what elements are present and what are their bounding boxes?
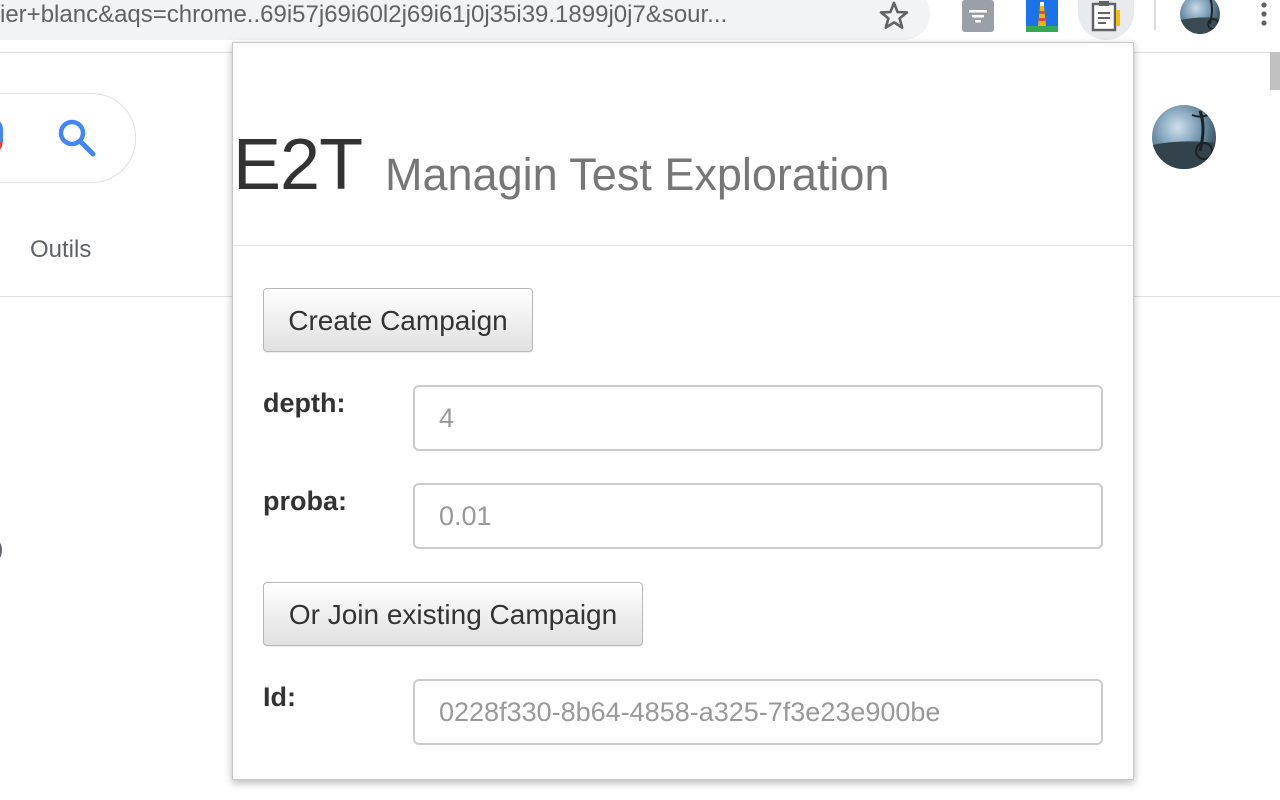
address-bar[interactable]: ier+blanc&aqs=chrome..69i57j69i60l2j69i6… [0,0,930,40]
brand-title: E2T [233,125,363,205]
popup-header: E2T Managin Test Exploration [233,43,1133,246]
depth-input[interactable]: 4 [413,385,1103,451]
search-icon[interactable] [56,117,98,159]
create-campaign-button[interactable]: Create Campaign [263,288,533,352]
join-campaign-button[interactable]: Or Join existing Campaign [263,582,643,646]
star-icon[interactable] [878,0,910,32]
brand-tagline: Managin Test Exploration [385,149,890,200]
tools-link[interactable]: Outils [30,236,91,264]
profile-avatar[interactable] [1180,0,1220,34]
e2t-popup: E2T Managin Test Exploration Create Camp… [232,42,1134,780]
mic-icon[interactable] [0,118,14,158]
toolbar-divider [1154,0,1156,30]
profile-avatar[interactable] [1152,105,1216,169]
lighthouse-extension-icon[interactable] [1026,0,1058,32]
e2t-extension-icon[interactable] [1090,0,1122,32]
page-scrollbar[interactable] [1270,52,1280,90]
partial-text: ) [0,536,3,562]
menu-icon[interactable] [1254,2,1274,32]
id-label: Id: [263,682,296,712]
campaign-id-input[interactable]: 0228f330-8b64-4858-a325-7f3e23e900be [413,679,1103,745]
proba-label: proba: [263,486,347,516]
depth-label: depth: [263,388,346,418]
filter-extension-icon[interactable] [962,0,994,32]
proba-input[interactable]: 0.01 [413,483,1103,549]
address-bar-url[interactable]: ier+blanc&aqs=chrome..69i57j69i60l2j69i6… [0,0,860,30]
